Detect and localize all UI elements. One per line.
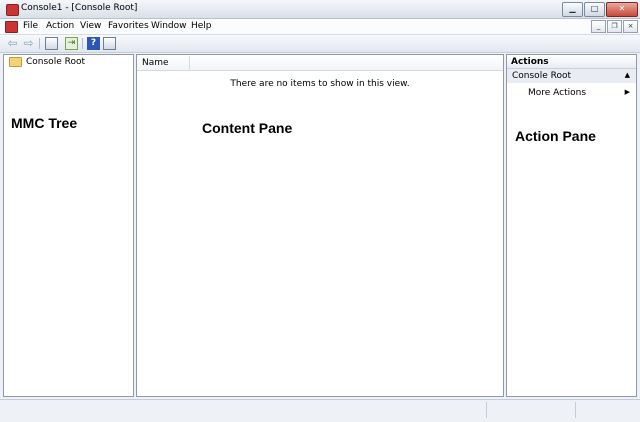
menu-bar: File Action View Favorites Window Help _… (0, 19, 640, 35)
tree-item-console-root[interactable]: Console Root (9, 57, 85, 67)
collapse-caret-icon[interactable]: ▲ (625, 71, 630, 79)
submenu-arrow-icon[interactable]: ▶ (625, 88, 630, 96)
action-pane-label: Action Pane (515, 128, 596, 144)
console-app-icon[interactable] (6, 4, 19, 16)
mmc-window: Console1 - [Console Root] ▁ □ ✕ File Act… (0, 0, 640, 422)
action-pane[interactable]: Actions Console Root ▲ More Actions ▶ Ac… (506, 54, 637, 397)
toolbar-separator (39, 38, 40, 49)
column-header-name[interactable]: Name (142, 58, 169, 68)
mdi-minimize-button[interactable]: _ (591, 20, 606, 33)
show-hide-tree-icon[interactable] (45, 37, 58, 50)
close-button[interactable]: ✕ (606, 2, 638, 17)
caption-buttons: ▁ □ ✕ (562, 2, 638, 17)
actions-header-label: Actions (511, 57, 549, 67)
toolbar-separator (82, 38, 83, 49)
empty-view-message: There are no items to show in this view. (230, 79, 410, 89)
tree-item-label: Console Root (26, 57, 85, 67)
minimize-button[interactable]: ▁ (562, 2, 583, 17)
content-pane[interactable]: Name There are no items to show in this … (136, 54, 504, 397)
column-divider[interactable] (189, 56, 190, 69)
document-icon[interactable] (5, 21, 18, 33)
mdi-buttons: _ ❐ × (591, 20, 638, 33)
show-hide-action-pane-icon[interactable] (103, 37, 116, 50)
actions-header: Actions (507, 55, 636, 69)
menu-file[interactable]: File (23, 21, 38, 31)
menu-help[interactable]: Help (191, 21, 212, 31)
status-bar (0, 399, 640, 422)
export-list-icon[interactable]: ⇥ (65, 37, 78, 50)
window-title: Console1 - [Console Root] (21, 3, 138, 13)
forward-arrow-icon[interactable]: ⇨ (22, 37, 35, 50)
status-segment (575, 402, 576, 418)
toolbar: ⇦ ⇨ ⇥ ? (0, 35, 640, 53)
menu-action[interactable]: Action (46, 21, 74, 31)
actions-section-console-root[interactable]: Console Root ▲ (507, 69, 636, 83)
status-segment (486, 402, 487, 418)
actions-section-label: Console Root (512, 71, 571, 81)
title-bar[interactable]: Console1 - [Console Root] ▁ □ ✕ (0, 0, 640, 19)
column-header-row: Name (137, 55, 503, 71)
help-icon[interactable]: ? (87, 37, 100, 50)
content-pane-label: Content Pane (202, 120, 293, 136)
folder-icon (9, 57, 22, 67)
menu-window[interactable]: Window (151, 21, 187, 31)
mdi-close-button[interactable]: × (623, 20, 638, 33)
menu-favorites[interactable]: Favorites (108, 21, 149, 31)
back-arrow-icon[interactable]: ⇦ (6, 37, 19, 50)
more-actions-item[interactable]: More Actions (528, 88, 586, 98)
menu-view[interactable]: View (80, 21, 101, 31)
mmc-tree-pane[interactable]: Console Root MMC Tree (3, 54, 134, 397)
mmc-tree-label: MMC Tree (11, 115, 78, 131)
maximize-button[interactable]: □ (584, 2, 605, 17)
mdi-restore-button[interactable]: ❐ (607, 20, 622, 33)
